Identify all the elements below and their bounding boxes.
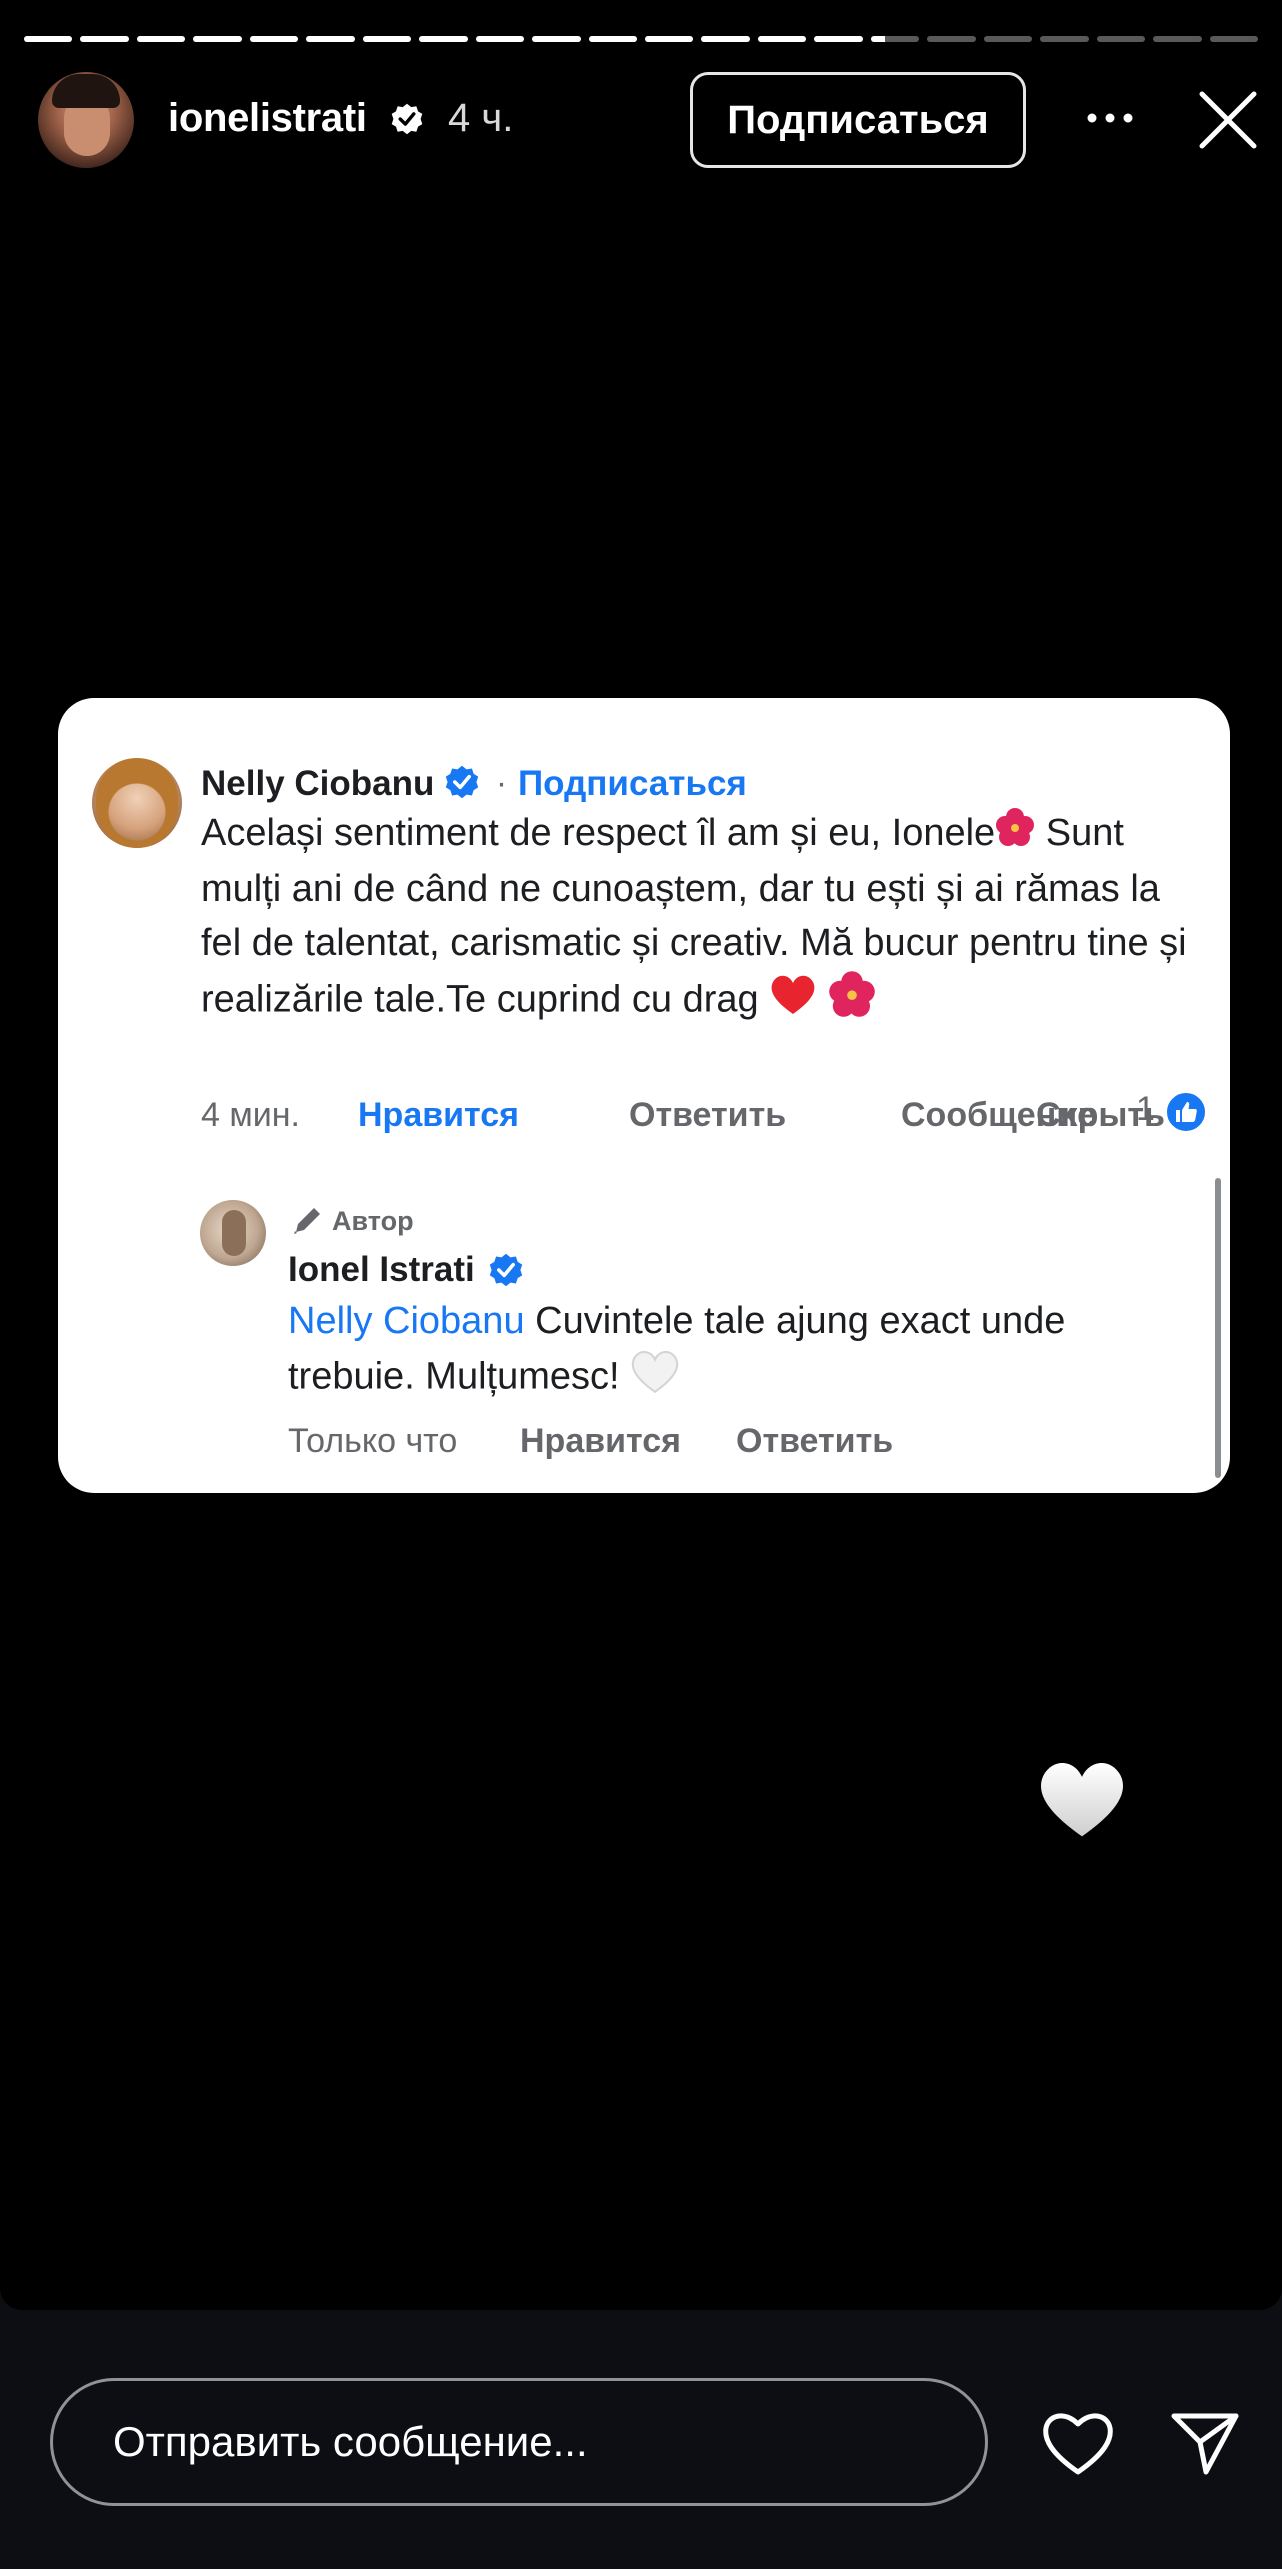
hibiscus-emoji-icon [828,970,876,1033]
progress-segment [1153,36,1202,42]
commenter-follow-link[interactable]: Подписаться [518,764,747,804]
reply-actions: Только что Нравится Ответить [288,1422,988,1472]
username[interactable]: ionelistrati [168,96,367,141]
progress-segment [249,36,299,42]
progress-segment [1096,36,1146,42]
reply-like-button[interactable]: Нравится [520,1422,681,1461]
author-tag: Автор [290,1204,414,1238]
progress-segment [475,36,525,42]
progress-segment [80,36,129,42]
progress-segment [701,36,750,42]
follow-button[interactable]: Подписаться [690,72,1026,168]
comment-reply-button[interactable]: Ответить [629,1096,786,1135]
author-tag-label: Автор [332,1205,414,1236]
verified-badge-icon [445,765,479,799]
progress-segment [757,36,807,42]
hibiscus-emoji-icon [995,807,1035,862]
progress-segment [588,36,637,42]
white-heart-emoji-icon [630,1348,680,1409]
like-reaction-badge[interactable] [1164,1090,1208,1134]
like-heart-icon[interactable] [1040,2408,1116,2478]
commenter-avatar[interactable] [92,758,182,848]
comment-like-button[interactable]: Нравится [358,1096,519,1135]
progress-segment [306,36,355,42]
verified-badge-icon [489,1253,523,1287]
scrollbar[interactable] [1215,1178,1221,1478]
progress-segment [532,36,581,42]
send-share-icon[interactable] [1170,2410,1240,2476]
comment-text-line1: Același sentiment de respect îl am și eu… [201,812,996,854]
red-heart-emoji-icon [769,972,817,1031]
progress-segment [1209,36,1258,42]
progress-segment [644,36,694,42]
comment-text: Același sentiment de respect îl am și eu… [201,806,1201,1033]
post-time: 4 ч. [448,96,514,140]
progress-segment [24,36,73,42]
avatar[interactable] [38,72,134,168]
commenter-name[interactable]: Nelly Ciobanu [201,764,434,804]
story-progress-bar [24,36,1258,42]
story-header: ionelistrati 4 ч. Подписаться [0,68,1282,172]
reply-text: Nelly Ciobanu Cuvintele tale ajung exact… [288,1294,1188,1409]
progress-segment [870,36,920,42]
reply-author-name[interactable]: Ionel Istrati [288,1250,475,1290]
story-viewer: ionelistrati 4 ч. Подписаться Nelly Ciob… [0,0,1282,2310]
reply-author-avatar[interactable] [200,1200,266,1266]
verified-badge-icon [391,103,423,135]
progress-segment [1040,36,1089,42]
progress-segment [136,36,186,42]
close-icon[interactable] [1196,88,1260,152]
comment-time: 4 мин. [201,1096,300,1134]
like-count: 1 [1136,1090,1155,1128]
comment-screenshot-card: Nelly Ciobanu · Подписаться Același sent… [58,698,1230,1493]
progress-segment [362,36,412,42]
message-input[interactable] [50,2378,988,2506]
progress-segment [193,36,242,42]
reply-reply-button[interactable]: Ответить [736,1422,893,1461]
reply-mention[interactable]: Nelly Ciobanu [288,1300,525,1342]
progress-segment [814,36,863,42]
progress-segment [983,36,1033,42]
white-heart-sticker-icon [1040,1762,1124,1837]
progress-segment [927,36,976,42]
pen-icon [294,1208,320,1234]
separator-dot: · [496,764,507,801]
progress-segment [419,36,468,42]
reply-time: Только что [288,1422,458,1460]
more-options-icon[interactable] [1080,98,1140,138]
thumbs-up-icon [1176,1102,1197,1122]
